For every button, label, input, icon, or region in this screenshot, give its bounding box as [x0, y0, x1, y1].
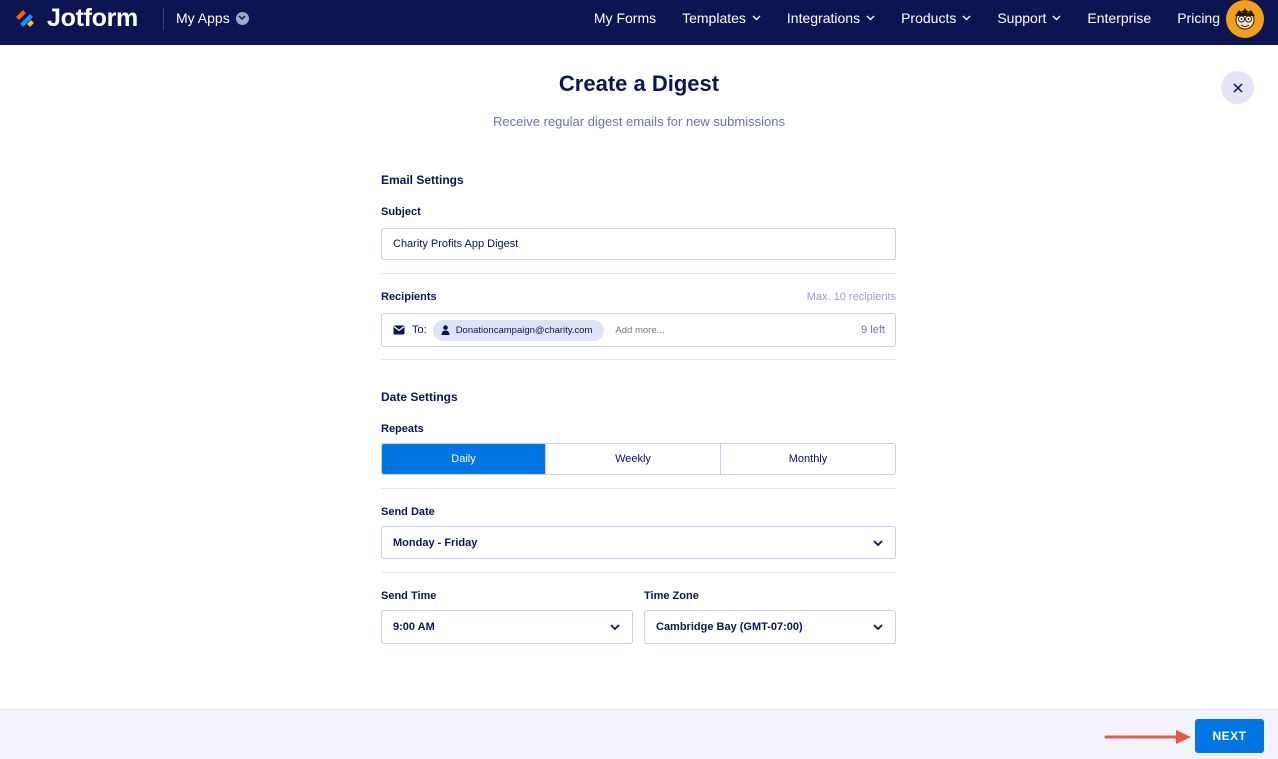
dialog-footer [0, 709, 1278, 759]
repeats-segmented-control: Daily Weekly Monthly [381, 443, 896, 475]
chevron-down-icon [962, 15, 971, 21]
nav-enterprise-label: Enterprise [1087, 10, 1152, 26]
envelope-icon [393, 325, 405, 335]
add-recipient-input[interactable] [613, 323, 768, 337]
repeat-option-daily-label: Daily [451, 453, 476, 465]
recipient-email: Donationcampaign@charity.com [455, 324, 593, 336]
time-zone-select[interactable]: Cambridge Bay (GMT-07:00) [644, 610, 896, 644]
page-title: Create a Digest [558, 71, 720, 96]
send-date-select[interactable]: Monday - Friday [381, 526, 896, 559]
chevron-down-icon [235, 11, 249, 25]
repeat-option-monthly-label: Monthly [788, 453, 828, 465]
chevron-down-icon [610, 624, 620, 631]
recipient-chip[interactable]: Donationcampaign@charity.com [432, 319, 605, 341]
nav-templates[interactable]: Templates [682, 10, 761, 26]
next-button-label: NEXT [1212, 729, 1247, 743]
time-zone-value: Cambridge Bay (GMT-07:00) [656, 621, 803, 633]
nav-support-label: Support [997, 10, 1047, 26]
nav-products-label: Products [901, 10, 957, 26]
divider [381, 359, 896, 360]
nav-my-forms-label: My Forms [593, 10, 657, 26]
nav-integrations[interactable]: Integrations [787, 10, 875, 26]
jotform-logo[interactable]: Jotform [13, 4, 138, 33]
send-date-label: Send Date [381, 506, 435, 518]
close-icon [1232, 82, 1243, 93]
to-label: To: [412, 324, 427, 336]
main-nav: My Forms Templates Integrations Products… [568, 10, 1220, 26]
subject-value: Charity Profits App Digest [393, 238, 519, 250]
send-date-value: Monday - Friday [393, 536, 478, 549]
my-apps-menu[interactable]: My Apps [176, 10, 249, 26]
divider [381, 572, 896, 573]
chevron-down-icon [866, 15, 875, 21]
divider [381, 273, 896, 274]
nav-support[interactable]: Support [997, 10, 1061, 26]
send-time-value: 9:00 AM [393, 621, 435, 633]
recipients-label: Recipients [381, 291, 437, 303]
email-settings-title: Email Settings [381, 173, 464, 187]
jotform-logo-icon [15, 9, 34, 31]
nav-pricing[interactable]: Pricing [1177, 10, 1220, 26]
chevron-down-icon [1052, 15, 1061, 21]
recipients-remaining: 9 left [861, 324, 885, 336]
nav-templates-label: Templates [682, 10, 746, 26]
repeat-option-daily[interactable]: Daily [382, 444, 545, 474]
brand-name: Jotform [47, 4, 138, 32]
nav-products[interactable]: Products [901, 10, 971, 26]
user-avatar[interactable] [1226, 0, 1264, 38]
recipients-field[interactable]: To: Donationcampaign@charity.com 9 left [381, 313, 896, 347]
next-button[interactable]: NEXT [1195, 719, 1264, 753]
annotation-arrow-icon [1104, 730, 1191, 744]
divider [381, 488, 896, 489]
send-time-select[interactable]: 9:00 AM [381, 610, 633, 644]
nav-my-forms[interactable]: My Forms [594, 10, 656, 26]
chevron-down-icon [873, 539, 883, 546]
my-apps-label: My Apps [176, 10, 230, 26]
chevron-down-icon [873, 624, 883, 631]
header-divider [163, 8, 164, 30]
avatar-face-icon [1235, 8, 1255, 30]
nav-pricing-label: Pricing [1177, 10, 1220, 26]
top-navigation-bar: Jotform My Apps My Forms Templates Integ… [0, 0, 1278, 45]
page-subtitle: Receive regular digest emails for new su… [493, 114, 785, 129]
person-icon [441, 325, 450, 335]
subject-label: Subject [381, 206, 421, 218]
repeat-option-monthly[interactable]: Monthly [720, 444, 895, 474]
repeats-label: Repeats [381, 423, 424, 435]
nav-enterprise[interactable]: Enterprise [1087, 10, 1151, 26]
recipients-hint: Max. 10 recipients [806, 291, 896, 303]
nav-integrations-label: Integrations [786, 10, 861, 26]
time-zone-label: Time Zone [644, 590, 699, 602]
date-settings-title: Date Settings [381, 390, 458, 404]
repeat-option-weekly[interactable]: Weekly [545, 444, 720, 474]
send-time-label: Send Time [381, 590, 437, 602]
subject-input[interactable]: Charity Profits App Digest [381, 228, 896, 260]
close-button[interactable] [1221, 71, 1254, 104]
chevron-down-icon [752, 15, 761, 21]
repeat-option-weekly-label: Weekly [615, 453, 651, 465]
